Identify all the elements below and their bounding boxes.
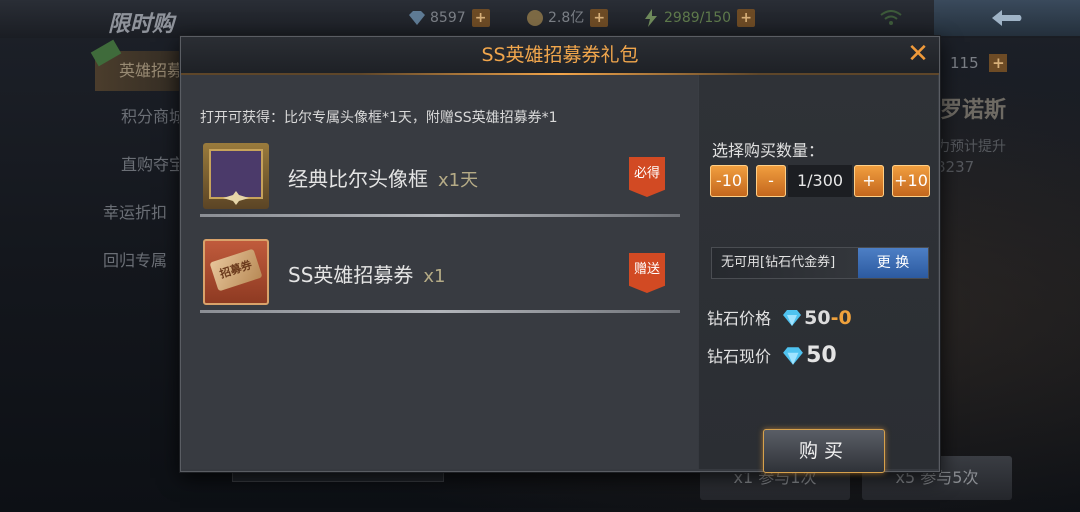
pack-description: 打开可获得：比尔专属头像框*1天，附赠SS英雄招募券*1	[200, 110, 558, 126]
gift-pack-dialog: SS英雄招募券礼包 ✕ 打开可获得：比尔专属头像框*1天，附赠SS英雄招募券*1…	[180, 36, 940, 473]
dialog-header: SS英雄招募券礼包 ✕	[181, 37, 939, 75]
back-arrow-icon	[992, 10, 1022, 26]
item-name: SS英雄招募券 x1	[288, 263, 446, 287]
original-price-row: 钻石价格 50-0	[707, 307, 852, 331]
coupon-selector: 无可用[钻石代金券] 更 换	[711, 247, 929, 279]
minus-ten-button[interactable]: -10	[710, 165, 748, 197]
ticket-count: 115 +	[950, 54, 1008, 72]
quantity-label: 选择购买数量：	[712, 141, 825, 160]
buy-button[interactable]: 购买	[763, 429, 885, 473]
stamina-counter: 2989/150 +	[642, 8, 756, 28]
top-bar: 限时购 8597 + 2.8亿 + 2989/150 +	[0, 0, 1080, 38]
recruit-ticket-icon: 招募券	[203, 239, 269, 305]
add-diamond-button[interactable]: +	[471, 9, 490, 27]
add-stamina-button[interactable]: +	[737, 9, 756, 27]
minus-button[interactable]: -	[756, 165, 786, 197]
diamond-icon	[408, 9, 426, 27]
add-ticket-button[interactable]: +	[989, 54, 1008, 72]
back-button[interactable]	[934, 0, 1080, 36]
bonus-badge: 赠送	[629, 253, 665, 293]
current-price-row: 钻石现价 50	[707, 343, 837, 370]
plus-button[interactable]: +	[854, 165, 884, 197]
close-button[interactable]: ✕	[905, 41, 931, 67]
purchase-controls: 选择购买数量： -10 - 1/300 + +10 无可用[钻石代金券] 更 换…	[699, 75, 938, 473]
list-item: 经典比尔头像框 x1天 必得	[200, 137, 680, 217]
gold-counter: 2.8亿 +	[526, 8, 609, 28]
hero-subtitle: 力预计提升	[936, 139, 1006, 155]
divider	[200, 214, 680, 217]
shop-title: 限时购	[108, 12, 175, 37]
lightning-icon	[642, 9, 660, 27]
close-icon: ✕	[907, 39, 929, 69]
swap-coupon-button[interactable]: 更 换	[858, 248, 928, 278]
wifi-icon	[880, 10, 902, 30]
divider	[200, 310, 680, 313]
diamond-icon	[782, 309, 802, 331]
list-item: 招募券 SS英雄招募券 x1 赠送	[200, 233, 680, 313]
coin-icon	[526, 9, 544, 27]
diamond-counter: 8597 +	[408, 8, 490, 28]
diamond-icon	[782, 346, 804, 370]
add-gold-button[interactable]: +	[590, 9, 609, 27]
avatar-frame-icon	[203, 143, 269, 209]
dialog-title: SS英雄招募券礼包	[481, 44, 639, 66]
current-price: 50	[806, 343, 837, 368]
original-price: 50	[804, 307, 831, 329]
guaranteed-badge: 必得	[629, 157, 665, 197]
quantity-value: 1/300	[788, 165, 852, 197]
coupon-text: 无可用[钻石代金券]	[721, 255, 836, 270]
plus-ten-button[interactable]: +10	[892, 165, 930, 197]
price-discount: -0	[830, 307, 852, 329]
hero-power: 8237	[936, 158, 975, 176]
hero-name: 罗诺斯	[940, 98, 1007, 123]
item-name: 经典比尔头像框 x1天	[288, 167, 479, 191]
